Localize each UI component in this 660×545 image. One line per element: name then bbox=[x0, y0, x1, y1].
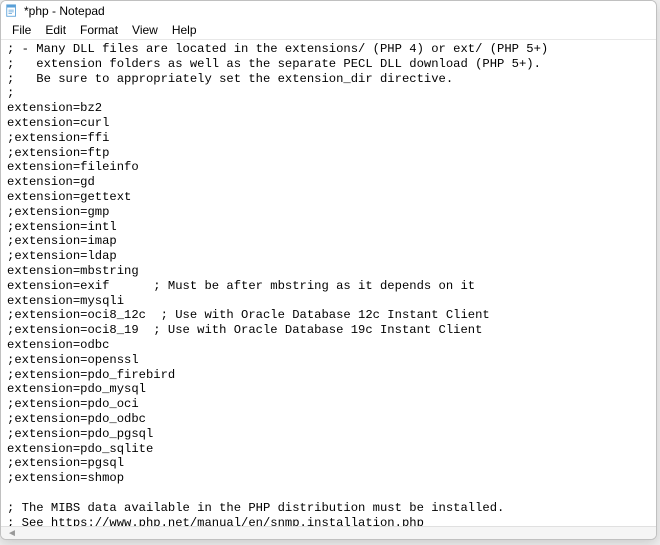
editor-line[interactable]: ;extension=pgsql bbox=[7, 456, 650, 471]
editor-line[interactable]: ;extension=imap bbox=[7, 234, 650, 249]
editor-line[interactable]: extension=mbstring bbox=[7, 264, 650, 279]
editor-line[interactable]: extension=gettext bbox=[7, 190, 650, 205]
notepad-window: *php - Notepad File Edit Format View Hel… bbox=[0, 0, 657, 540]
editor-line[interactable]: ; Be sure to appropriately set the exten… bbox=[7, 72, 650, 87]
editor-line[interactable]: ;extension=ffi bbox=[7, 131, 650, 146]
editor-line[interactable]: ; extension folders as well as the separ… bbox=[7, 57, 650, 72]
menu-help[interactable]: Help bbox=[165, 22, 204, 38]
editor-line[interactable]: ; - Many DLL files are located in the ex… bbox=[7, 42, 650, 57]
menubar: File Edit Format View Help bbox=[1, 21, 656, 39]
editor-line[interactable]: ; See https://www.php.net/manual/en/snmp… bbox=[7, 516, 650, 527]
editor-line[interactable]: ;extension=gmp bbox=[7, 205, 650, 220]
menu-view[interactable]: View bbox=[125, 22, 165, 38]
editor-line[interactable]: ;extension=pdo_oci bbox=[7, 397, 650, 412]
left-scroll-indicator: ◄ bbox=[7, 528, 17, 539]
editor-line[interactable]: extension=fileinfo bbox=[7, 160, 650, 175]
editor-line[interactable]: extension=bz2 bbox=[7, 101, 650, 116]
editor-line[interactable]: ;extension=openssl bbox=[7, 353, 650, 368]
editor-line[interactable]: ;extension=oci8_12c ; Use with Oracle Da… bbox=[7, 308, 650, 323]
editor-line[interactable]: ;extension=shmop bbox=[7, 471, 650, 486]
notepad-icon bbox=[5, 4, 19, 18]
editor-line[interactable]: extension=exif ; Must be after mbstring … bbox=[7, 279, 650, 294]
editor-line[interactable]: ;extension=pdo_firebird bbox=[7, 368, 650, 383]
editor-line[interactable]: ;extension=oci8_19 ; Use with Oracle Dat… bbox=[7, 323, 650, 338]
editor-line[interactable]: ; bbox=[7, 86, 650, 101]
editor-line[interactable]: extension=gd bbox=[7, 175, 650, 190]
editor-line[interactable]: ; The MIBS data available in the PHP dis… bbox=[7, 501, 650, 516]
window-title: *php - Notepad bbox=[24, 4, 105, 18]
statusbar: ◄ bbox=[1, 526, 656, 539]
editor-line[interactable]: ;extension=pdo_pgsql bbox=[7, 427, 650, 442]
editor-line[interactable]: ;extension=intl bbox=[7, 220, 650, 235]
menu-format[interactable]: Format bbox=[73, 22, 125, 38]
editor-line[interactable]: extension=odbc bbox=[7, 338, 650, 353]
editor-line[interactable]: extension=pdo_sqlite bbox=[7, 442, 650, 457]
editor-line[interactable]: ;extension=ldap bbox=[7, 249, 650, 264]
editor-line[interactable] bbox=[7, 486, 650, 501]
editor-line[interactable]: extension=pdo_mysql bbox=[7, 382, 650, 397]
text-editor[interactable]: ; - Many DLL files are located in the ex… bbox=[1, 40, 656, 526]
editor-line[interactable]: extension=curl bbox=[7, 116, 650, 131]
titlebar[interactable]: *php - Notepad bbox=[1, 1, 656, 21]
editor-line[interactable]: ;extension=pdo_odbc bbox=[7, 412, 650, 427]
editor-line[interactable]: extension=mysqli bbox=[7, 294, 650, 309]
menu-edit[interactable]: Edit bbox=[38, 22, 73, 38]
editor-line[interactable]: ;extension=ftp bbox=[7, 146, 650, 161]
menu-file[interactable]: File bbox=[5, 22, 38, 38]
